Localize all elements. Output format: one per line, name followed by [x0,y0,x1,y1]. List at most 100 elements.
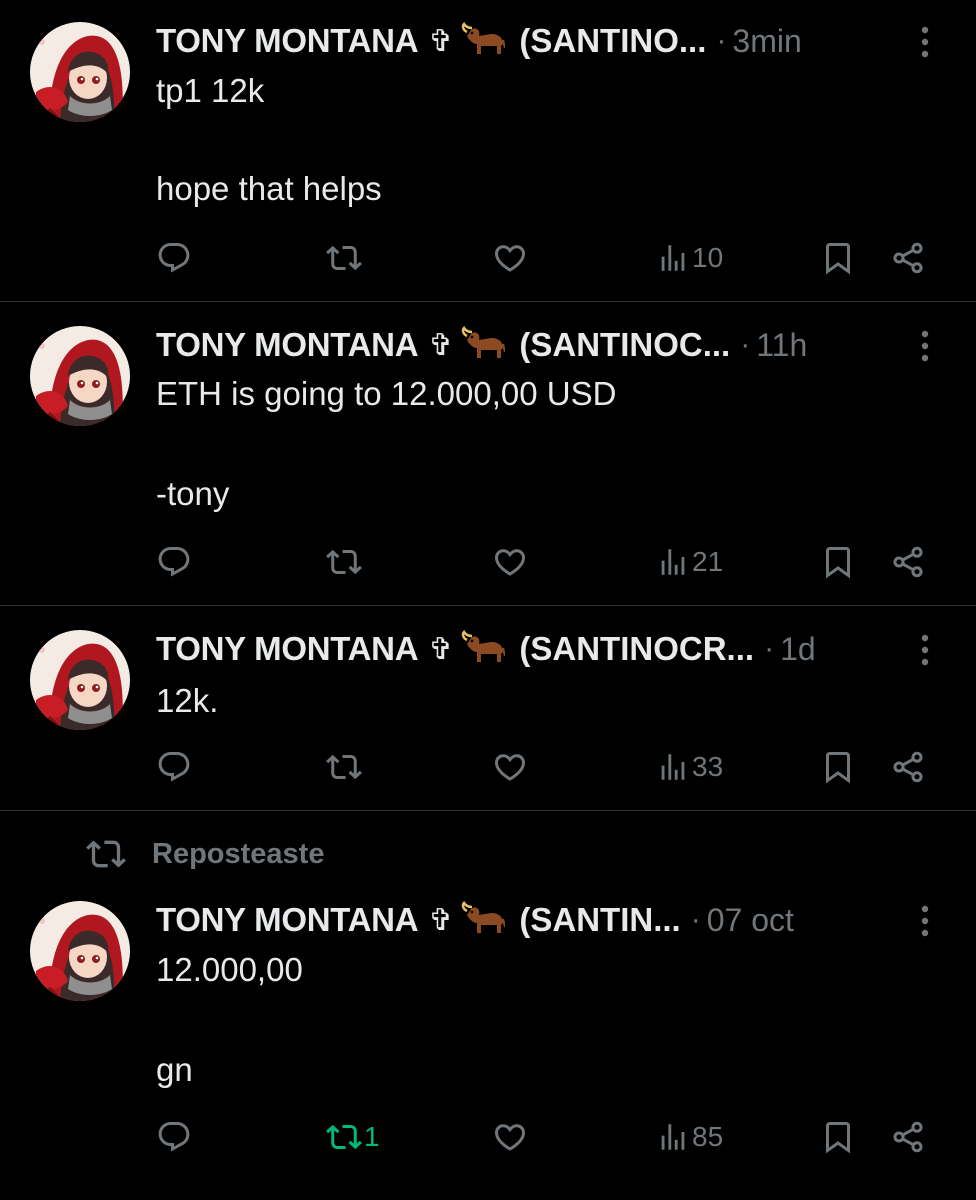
bookmark-icon [826,547,850,579]
tweet-timestamp[interactable]: 1d [780,631,816,668]
tweet-header: TONY MONTANA ✞ (SANTINOC... · 11h [156,323,940,367]
share-icon [893,242,923,274]
tweet[interactable]: TONY MONTANA ✞ (SANTINO... · 3min tp1 12… [0,0,976,302]
repost-button[interactable]: 1 [326,1115,380,1159]
repost-icon [326,245,362,271]
repost-icon [326,754,362,780]
author-handle[interactable]: (SANTINOC... [519,326,730,364]
share-button[interactable] [890,236,926,280]
like-button[interactable] [492,1115,530,1159]
author-handle[interactable]: (SANTINOCR... [519,630,754,668]
share-button[interactable] [890,745,926,789]
reply-button[interactable] [156,540,194,584]
author-name[interactable]: TONY MONTANA [156,326,419,364]
tweet-text-line: hope that helps [156,170,382,207]
repost-icon [326,1124,362,1150]
tweet-text-line: tp1 12k [156,72,265,109]
avatar[interactable] [30,326,130,426]
reply-icon [158,1122,190,1152]
more-options-icon[interactable] [914,22,936,62]
separator-dot: · [690,903,701,936]
bookmark-icon [826,243,850,275]
reply-icon [158,547,190,577]
cross-emoji: ✞ [428,632,454,666]
bookmark-button[interactable] [820,745,856,789]
more-options-icon[interactable] [914,326,936,366]
avatar[interactable] [30,901,130,1001]
views-icon [661,1124,685,1150]
cross-emoji: ✞ [428,24,454,58]
avatar[interactable] [30,630,130,730]
reply-button[interactable] [156,745,194,789]
author-handle[interactable]: (SANTIN... [519,901,680,939]
repost-count: 1 [364,1121,380,1152]
share-icon [893,546,923,578]
tweet-actions: 21 [156,540,936,584]
views-button[interactable]: 85 [656,1115,723,1159]
views-icon [661,754,685,780]
tweet-actions: 33 [156,745,936,789]
tweet-text-line: 12.000,00 [156,951,303,988]
bookmark-button[interactable] [820,236,856,280]
heart-icon [494,549,526,576]
separator-dot: · [740,328,751,361]
author-name[interactable]: TONY MONTANA [156,630,419,668]
tweet-text-line: 12k. [156,682,219,719]
cross-emoji: ✞ [428,903,454,937]
tweet-actions: 1 85 [156,1115,936,1159]
share-icon [893,1121,923,1153]
like-button[interactable] [492,745,530,789]
author-handle[interactable]: (SANTINO... [519,22,706,60]
views-button[interactable]: 33 [656,745,723,789]
views-icon [661,245,685,271]
share-button[interactable] [890,1115,926,1159]
repost-button[interactable] [326,745,364,789]
views-count: 33 [692,751,724,782]
more-options-icon[interactable] [914,630,936,670]
reply-button[interactable] [156,236,194,280]
bookmark-button[interactable] [820,540,856,584]
ox-emoji-icon [461,900,507,940]
views-count: 10 [692,242,724,273]
views-button[interactable]: 21 [656,540,723,584]
heart-icon [494,1124,526,1151]
cross-emoji: ✞ [428,328,454,362]
like-button[interactable] [492,236,530,280]
bookmark-button[interactable] [820,1115,856,1159]
reply-button[interactable] [156,1115,194,1159]
ox-emoji-icon [461,21,507,61]
views-count: 21 [692,546,724,577]
tweet[interactable]: TONY MONTANA ✞ (SANTINOCR... · 1d 12k. 3… [0,606,976,811]
tweet-timestamp[interactable]: 07 oct [707,902,794,939]
tweet-text-line: gn [156,1051,193,1088]
views-button[interactable]: 10 [656,236,723,280]
reply-icon [158,752,190,782]
repost-button[interactable] [326,540,364,584]
heart-icon [494,754,526,781]
avatar[interactable] [30,22,130,122]
share-icon [893,751,923,783]
like-button[interactable] [492,540,530,584]
tweet-header: TONY MONTANA ✞ (SANTIN... · 07 oct [156,898,940,942]
tweet-timestamp[interactable]: 11h [756,327,807,364]
author-name[interactable]: TONY MONTANA [156,22,419,60]
more-options-icon[interactable] [914,901,936,941]
tweet-timestamp[interactable]: 3min [732,23,801,60]
tweet-actions: 10 [156,236,936,280]
ox-emoji-icon [461,325,507,365]
separator-dot: · [764,632,775,665]
tweet[interactable]: TONY MONTANA ✞ (SANTINOC... · 11h ETH is… [0,302,976,606]
views-icon [661,549,685,575]
reply-icon [158,243,190,273]
tweet[interactable]: TONY MONTANA ✞ (SANTIN... · 07 oct 12.00… [0,811,976,1200]
share-button[interactable] [890,540,926,584]
tweet-header: TONY MONTANA ✞ (SANTINO... · 3min [156,19,940,63]
repost-button[interactable] [326,236,364,280]
heart-icon [494,245,526,272]
author-name[interactable]: TONY MONTANA [156,901,419,939]
bookmark-icon [826,1122,850,1154]
views-count: 85 [692,1121,724,1152]
bookmark-icon [826,752,850,784]
separator-dot: · [716,24,727,57]
tweet-text-line: ETH is going to 12.000,00 USD [156,375,617,412]
